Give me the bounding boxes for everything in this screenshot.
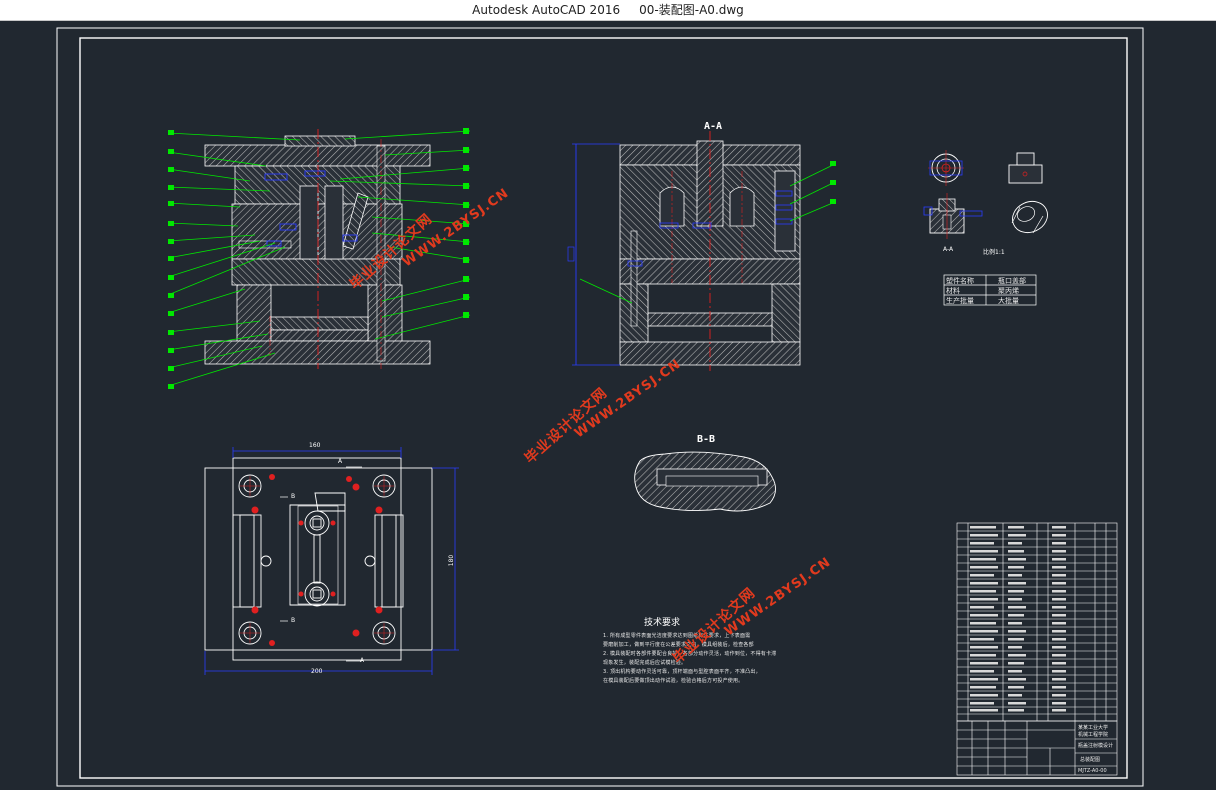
prop-value-3: 大批量 [998,297,1019,305]
section-bb-title: B-B [697,434,716,445]
window-title: Autodesk AutoCAD 2016 00-装配图-A0.dwg [472,3,744,17]
section-a-view [567,131,836,371]
prop-value-2: 聚丙烯 [998,287,1019,295]
plan-view [204,457,433,661]
view-marker-a-bottom: A [360,657,365,664]
prop-value-1: 瓶口盖部 [998,277,1026,285]
dim-bottom-width: 200 [311,668,323,675]
prop-key-3: 生产批量 [946,297,974,305]
part-view-label: A-A [943,246,954,253]
title-drawing-name: 瓶盖注射模设计 [1078,743,1114,749]
title-department: 机械工程学院 [1078,732,1109,738]
title-drawing-no: MJTZ-A0-00 [1078,768,1107,774]
prop-key-1: 塑件名称 [946,277,974,285]
title-sheet-name: 总装配图 [1080,757,1101,763]
prop-key-2: 材料 [946,287,960,295]
part-views [923,150,1048,239]
tech-req-title: 技术要求 [644,618,681,628]
plan-dims [204,447,459,675]
tech-req-line-5: 3. 顶出机构要动作灵活可靠，顶杆端面与型腔表面平齐，不准凸出， [603,669,761,675]
dim-top-width: 160 [309,442,321,449]
view-marker-a-top: A [338,458,343,465]
section-aa-title: A-A [704,121,723,132]
view-marker-b-top: B [291,493,296,500]
plan-centers [240,476,394,643]
dim-right-height: 180 [448,554,456,567]
part-scale-label: 比例1:1 [983,249,1005,256]
view-marker-b-bottom: B [291,617,296,624]
drawing-canvas[interactable]: A-A B-B A-A 比例1:1 A A B B 160 200 180 塑件… [0,21,1216,790]
tech-req-line-6: 在模具装配后要做顶出动作试验，检验合格后方可投产使用。 [603,678,744,684]
title-bar: Autodesk AutoCAD 2016 00-装配图-A0.dwg [0,0,1216,21]
title-school: 某某工业大学 [1078,725,1109,731]
